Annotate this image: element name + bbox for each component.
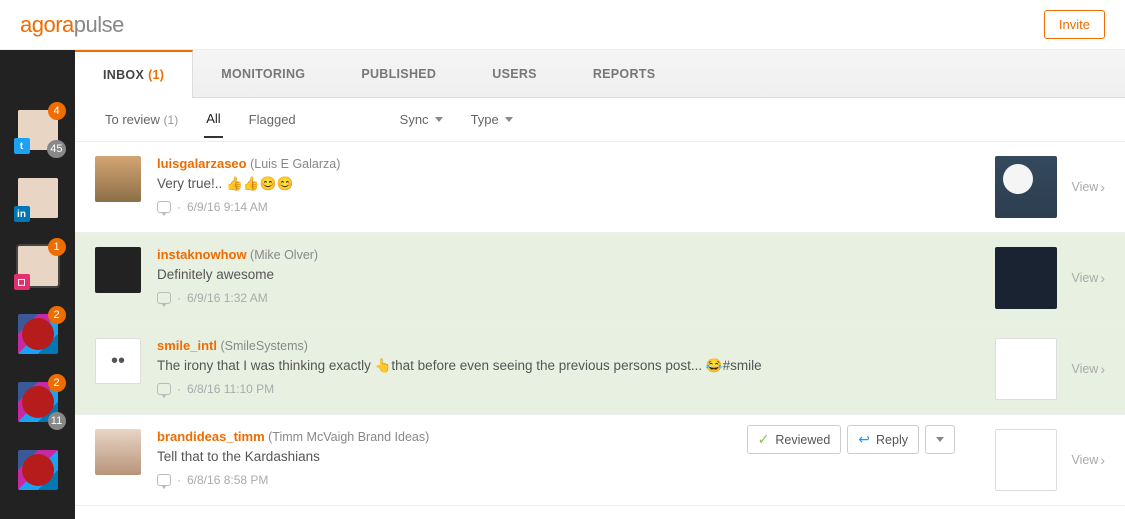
reply-dropdown[interactable]	[925, 425, 955, 454]
message-right: View›	[995, 429, 1105, 491]
logo: agorapulse	[20, 12, 124, 38]
invite-button[interactable]: Invite	[1044, 10, 1105, 39]
tab-users[interactable]: USERS	[464, 50, 565, 97]
instagram-icon: ◻	[14, 274, 30, 290]
avatar	[95, 429, 141, 475]
tab-reports[interactable]: REPORTS	[565, 50, 684, 97]
username[interactable]: brandideas_timm	[157, 429, 265, 444]
account-instagram[interactable]: ◻ 1	[18, 246, 58, 286]
message-right: View›	[995, 247, 1105, 309]
account-twitter[interactable]: t 4 45	[18, 110, 58, 150]
message-row[interactable]: instaknowhow (Mike Olver) Definitely awes…	[75, 233, 1125, 324]
tab-inbox-count: (1)	[148, 68, 164, 82]
message-right: View›	[995, 156, 1105, 218]
badge-count: 1	[48, 238, 66, 256]
filter-to-review[interactable]: To review (1)	[103, 102, 180, 137]
tab-inbox-label: INBOX	[103, 68, 144, 82]
filter-bar: To review (1) All Flagged Sync Type	[75, 98, 1125, 142]
tab-monitoring[interactable]: MONITORING	[193, 50, 333, 97]
message-meta: ·6/8/16 11:10 PM	[157, 382, 979, 396]
main-tabs: INBOX (1) MONITORING PUBLISHED USERS REP…	[75, 50, 1125, 98]
comment-icon	[157, 201, 171, 213]
badge-count: 4	[48, 102, 66, 120]
comment-icon	[157, 292, 171, 304]
timestamp: 6/9/16 1:32 AM	[187, 291, 268, 305]
message-meta: ·6/8/16 8:58 PM	[157, 473, 979, 487]
twitter-icon: t	[14, 138, 30, 154]
message-body: instaknowhow (Mike Olver) Definitely awes…	[157, 247, 979, 305]
view-link[interactable]: View›	[1071, 179, 1105, 195]
timestamp: 6/8/16 11:10 PM	[187, 382, 274, 396]
message-text: Very true!.. 👍👍😊😊	[157, 175, 979, 194]
message-row[interactable]: •• smile_intl (SmileSystems) The irony tha…	[75, 324, 1125, 415]
filter-flagged[interactable]: Flagged	[247, 102, 298, 137]
reply-button[interactable]: ↩Reply	[847, 425, 919, 454]
timestamp: 6/9/16 9:14 AM	[187, 200, 268, 214]
comment-icon	[157, 383, 171, 395]
message-body: luisgalarzaseo (Luis E Galarza) Very true…	[157, 156, 979, 214]
check-icon: ✓	[758, 431, 770, 448]
logo-word2: pulse	[74, 12, 124, 37]
realname: (SmileSystems)	[217, 339, 308, 353]
app-header: agorapulse Invite	[0, 0, 1125, 50]
post-thumbnail[interactable]	[995, 429, 1057, 491]
username[interactable]: smile_intl	[157, 338, 217, 353]
username[interactable]: instaknowhow	[157, 247, 247, 262]
chevron-right-icon: ›	[1100, 361, 1105, 377]
badge-count: 2	[48, 374, 66, 392]
logo-word1: agora	[20, 12, 74, 37]
reviewed-button[interactable]: ✓Reviewed	[747, 425, 842, 454]
reply-icon: ↩	[858, 431, 870, 448]
tab-inbox[interactable]: INBOX (1)	[75, 50, 193, 98]
realname: (Mike Olver)	[247, 248, 319, 262]
avatar: ••	[95, 338, 141, 384]
message-actions: ✓Reviewed↩Reply	[747, 425, 955, 454]
account-multi-3[interactable]	[18, 450, 58, 490]
filter-sync-dropdown[interactable]: Sync	[398, 102, 445, 137]
message-row[interactable]: brandideas_timm (Timm McVaigh Brand Idea…	[75, 415, 1125, 506]
chevron-right-icon: ›	[1100, 179, 1105, 195]
chevron-down-icon	[936, 437, 944, 442]
post-thumbnail[interactable]	[995, 338, 1057, 400]
view-link[interactable]: View›	[1071, 452, 1105, 468]
message-text: Definitely awesome	[157, 266, 979, 285]
message-text: The irony that I was thinking exactly 👆t…	[157, 357, 979, 376]
timestamp: 6/8/16 8:58 PM	[187, 473, 268, 487]
tab-published[interactable]: PUBLISHED	[333, 50, 464, 97]
username[interactable]: luisgalarzaseo	[157, 156, 247, 171]
chevron-right-icon: ›	[1100, 270, 1105, 286]
message-meta: ·6/9/16 9:14 AM	[157, 200, 979, 214]
account-multi-1[interactable]: 2	[18, 314, 58, 354]
view-link[interactable]: View›	[1071, 361, 1105, 377]
message-row[interactable]: luisgalarzaseo (Luis E Galarza) Very true…	[75, 142, 1125, 233]
badge-count-secondary: 11	[48, 412, 66, 430]
chevron-right-icon: ›	[1100, 452, 1105, 468]
message-right: View›	[995, 338, 1105, 400]
account-multi-2[interactable]: 2 11	[18, 382, 58, 422]
badge-count-secondary: 45	[47, 140, 65, 158]
badge-count: 2	[48, 306, 66, 324]
post-thumbnail[interactable]	[995, 156, 1057, 218]
avatar	[95, 247, 141, 293]
main-content: INBOX (1) MONITORING PUBLISHED USERS REP…	[75, 50, 1125, 519]
filter-type-dropdown[interactable]: Type	[469, 102, 515, 137]
realname: (Luis E Galarza)	[247, 157, 341, 171]
message-body: smile_intl (SmileSystems) The irony that …	[157, 338, 979, 396]
message-meta: ·6/9/16 1:32 AM	[157, 291, 979, 305]
view-link[interactable]: View›	[1071, 270, 1105, 286]
realname: (Timm McVaigh Brand Ideas)	[265, 430, 430, 444]
linkedin-icon: in	[14, 206, 30, 222]
avatar	[95, 156, 141, 202]
comment-icon	[157, 474, 171, 486]
account-sidebar: t 4 45 in ◻ 1 2 2 11	[0, 50, 75, 519]
filter-all[interactable]: All	[204, 101, 222, 138]
account-linkedin[interactable]: in	[18, 178, 58, 218]
post-thumbnail[interactable]	[995, 247, 1057, 309]
message-list: luisgalarzaseo (Luis E Galarza) Very true…	[75, 142, 1125, 506]
